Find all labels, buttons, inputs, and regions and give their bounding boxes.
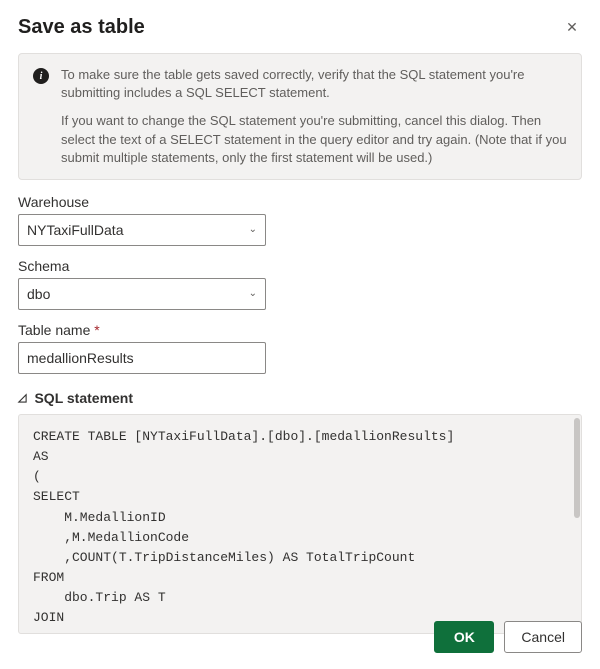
sql-code-preview: CREATE TABLE [NYTaxiFullData].[dbo].[med…: [18, 414, 582, 634]
scrollbar-thumb[interactable]: [574, 418, 580, 518]
info-text-2: If you want to change the SQL statement …: [61, 112, 567, 167]
sql-heading: SQL statement: [34, 390, 133, 406]
warehouse-label: Warehouse: [18, 194, 582, 210]
ok-button[interactable]: OK: [434, 621, 494, 653]
warehouse-select[interactable]: NYTaxiFullData ⌄: [18, 214, 266, 246]
schema-value: dbo: [27, 286, 50, 302]
chevron-down-icon: ⌄: [249, 224, 257, 235]
tablename-label: Table name: [18, 322, 582, 338]
tablename-input[interactable]: [18, 342, 266, 374]
schema-label: Schema: [18, 258, 582, 274]
collapse-icon: ◿: [18, 391, 26, 404]
info-banner: i To make sure the table gets saved corr…: [18, 53, 582, 180]
dialog-title: Save as table: [18, 16, 145, 39]
warehouse-value: NYTaxiFullData: [27, 222, 123, 238]
info-icon: i: [33, 68, 49, 84]
cancel-button[interactable]: Cancel: [504, 621, 582, 653]
close-icon[interactable]: ✕: [562, 18, 582, 38]
info-text-1: To make sure the table gets saved correc…: [61, 66, 567, 102]
chevron-down-icon: ⌄: [249, 288, 257, 299]
sql-section-header[interactable]: ◿ SQL statement: [18, 390, 582, 406]
schema-select[interactable]: dbo ⌄: [18, 278, 266, 310]
